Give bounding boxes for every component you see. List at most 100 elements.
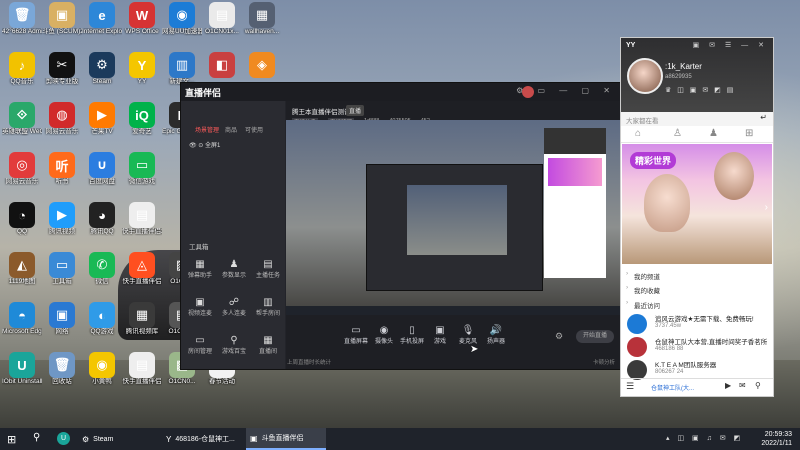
taskbar-app-button[interactable]: ⚙ Steam xyxy=(78,428,158,450)
tool-button[interactable]: ☍ 多人连麦 xyxy=(217,297,251,317)
source-button[interactable]: ▭ 直播屏幕 xyxy=(343,325,369,345)
desktop-icon-label: WPS Office xyxy=(125,28,159,35)
menu-icon[interactable]: ☰ xyxy=(626,381,634,392)
yy-feed-subtitle: 3737.45w xyxy=(655,323,682,329)
tool-button[interactable]: ▦ 弹幕助手 xyxy=(183,259,217,279)
friends-icon[interactable]: ♟ xyxy=(709,128,718,139)
taskbar-app-button[interactable]: Y 468186-仓鼠神工... xyxy=(162,428,242,450)
desktop-icon[interactable]: ▤ 快手直播伴侣 xyxy=(122,352,162,386)
desktop-icon[interactable]: ◎ 网易云音乐 xyxy=(2,152,42,186)
desktop-icon[interactable]: ▥新建文... xyxy=(162,52,202,86)
desktop-icon[interactable]: UIObit Uninstaller xyxy=(2,352,42,386)
desktop-icon[interactable]: ▭ 工具箱 xyxy=(42,252,82,286)
desktop-icon[interactable]: ✆ 微信 xyxy=(82,252,122,286)
desktop-icon[interactable]: ◭ 1119地图 xyxy=(2,252,42,286)
yy-status-row[interactable]: 大家都在看 ↵ xyxy=(621,112,773,126)
scene-item[interactable]: 👁 ⊙ 全屏1 xyxy=(189,140,220,149)
app-logo: 直播伴侣 xyxy=(185,88,222,98)
tool-icon: ▥ xyxy=(263,297,273,308)
apps-icon[interactable]: ⊞ xyxy=(745,128,753,139)
tray-icons[interactable]: ▴ ◫ ▣ ♫ ✉ ◩ xyxy=(666,434,743,442)
tool-button[interactable]: ▦ 直播间 xyxy=(251,335,285,355)
tools-title: 工具箱 xyxy=(189,244,209,251)
source-button[interactable]: ◉ 摄像头 xyxy=(371,325,397,345)
desktop-icon[interactable]: ⟐英雄联盟 WeGame版 xyxy=(2,102,42,136)
yy-menu-item[interactable]: › 最近访问 xyxy=(621,299,773,311)
source-button[interactable]: ▣ 游戏 xyxy=(427,325,453,345)
desktop-icon[interactable]: ▤ O1CN01x... xyxy=(202,2,242,36)
search-icon[interactable]: ⚲ xyxy=(33,432,40,443)
desktop-icon[interactable]: ◈ xyxy=(242,52,282,78)
desktop-icon[interactable]: ◔ QQ xyxy=(2,202,42,236)
source-button[interactable]: ▯ 手机投屏 xyxy=(399,325,425,345)
avatar[interactable] xyxy=(627,58,663,94)
user-icon[interactable]: ♙ xyxy=(673,128,682,139)
desktop-icon[interactable]: ▣斗鱼 (SCUM)20... xyxy=(42,2,82,36)
desktop-icon[interactable]: ▦ 腾讯视频库 xyxy=(122,302,162,336)
desktop-icon-label: 微信游戏 xyxy=(129,178,155,185)
taskbar-app-button[interactable]: ▣ 斗鱼直播伴侣 xyxy=(246,428,326,450)
desktop-icon[interactable]: ♪ QQ音乐 xyxy=(2,52,42,86)
tool-icon: ⚲ xyxy=(230,335,238,346)
yy-bottom-text[interactable]: 仓鼠神工队(大... xyxy=(651,383,694,392)
video-icon[interactable]: ▶ xyxy=(725,381,731,390)
yy-menu-item[interactable]: › 我的收藏 xyxy=(621,284,773,296)
desktop-icon[interactable]: ◬ 快手直播伴侣 xyxy=(122,252,162,286)
yy-menu-item[interactable]: › 我的频道 xyxy=(621,270,773,282)
desktop-icon[interactable]: ▣ 网络 xyxy=(42,302,82,336)
tab-scene[interactable]: 场景管理 xyxy=(195,125,219,134)
iobit-taskbar-icon[interactable]: U xyxy=(57,432,70,445)
desktop-icon[interactable]: 🗑 回收站 xyxy=(42,352,82,386)
desktop-app-icon: ▣ xyxy=(49,302,75,328)
desktop-icon[interactable]: 🗑42°6628 Admini... xyxy=(2,2,42,36)
desktop-icon[interactable]: ◧ xyxy=(202,52,242,78)
tool-button[interactable]: ♟ 参数显示 xyxy=(217,259,251,279)
desktop-icon[interactable]: ▭ 微信游戏 xyxy=(122,152,162,186)
tool-button[interactable]: ▭ 房间管理 xyxy=(183,335,217,355)
desktop-icon[interactable]: iQ 爱奇艺 xyxy=(122,102,162,136)
message-icon[interactable]: ✉ xyxy=(739,381,746,390)
desktop-icon[interactable]: ◉ 网易UU加速器 xyxy=(162,2,202,36)
desktop-icon[interactable]: ◕ 腾讯QQ xyxy=(82,202,122,236)
desktop-icon[interactable]: ∪ 百度网盘 xyxy=(82,152,122,186)
desktop-icon-label: 春节活动 xyxy=(209,378,235,385)
desktop-icon[interactable]: ⚙ Steam xyxy=(82,52,122,86)
desktop-icon[interactable]: ▶ 芒果TV xyxy=(82,102,122,136)
desktop-icon-label: 腾讯视频库 xyxy=(125,328,159,335)
desktop-icon[interactable]: Y YY xyxy=(122,52,162,86)
tab-available[interactable]: 可使用 xyxy=(245,125,263,134)
desktop-icon[interactable]: ◓ Microsoft Edge xyxy=(2,302,42,336)
desktop-app-icon: ◬ xyxy=(129,252,155,278)
desktop-icon[interactable]: ✂ 剪映专业版 xyxy=(42,52,82,86)
settings-icon[interactable]: ⚙ xyxy=(555,331,563,342)
tool-label: 游戏百宝 xyxy=(221,349,246,355)
start-live-button[interactable]: 开始直播 xyxy=(576,330,614,343)
tab-goods[interactable]: 商品 xyxy=(225,125,237,134)
search-icon[interactable]: ⚲ xyxy=(755,381,761,390)
source-button[interactable]: 🔊 扬声器 xyxy=(483,325,509,345)
banner-next-icon[interactable]: › xyxy=(765,202,768,213)
desktop-icon[interactable]: ▤快手直播伴侣2021 xyxy=(122,202,162,236)
windows-start-icon[interactable]: ⊞ xyxy=(7,433,16,446)
desktop-icon[interactable]: ▶ 腾讯视频 xyxy=(42,202,82,236)
avatar[interactable] xyxy=(522,86,534,98)
desktop-app-icon: ♪ xyxy=(9,52,35,78)
tool-button[interactable]: ▤ 主播任务 xyxy=(251,259,285,279)
tool-button[interactable]: ⚲ 游戏百宝 xyxy=(217,335,251,355)
desktop-icon[interactable]: ◐ QQ游戏 xyxy=(82,302,122,336)
yy-banner[interactable]: 精彩世界 › xyxy=(622,144,772,264)
tool-button[interactable]: ▣ 视频连麦 xyxy=(183,297,217,317)
desktop-app-icon: ◈ xyxy=(249,52,275,78)
tool-button[interactable]: ▥ 帮手房间 xyxy=(251,297,285,317)
desktop-icon[interactable]: W WPS Office xyxy=(122,2,162,36)
desktop-icon[interactable]: ▦ wallhaven... xyxy=(242,2,282,36)
source-button[interactable]: 🎙 麦克风 xyxy=(455,325,481,345)
desktop-icon[interactable]: ◍ 网易云音乐 xyxy=(42,102,82,136)
clock[interactable]: 20:59:33 2022/1/11 xyxy=(761,430,792,448)
desktop-icon[interactable]: ◉ 小黄鸭 xyxy=(82,352,122,386)
desktop-icon[interactable]: 听听书 xyxy=(42,152,82,186)
enter-icon[interactable]: ↵ xyxy=(760,113,767,122)
desktop-icon[interactable]: eInternet Explorer xyxy=(82,2,122,36)
home-icon[interactable]: ⌂ xyxy=(635,128,641,139)
yy-window-controls[interactable]: ▣ ✉ ☰ — ✕ xyxy=(693,41,768,49)
